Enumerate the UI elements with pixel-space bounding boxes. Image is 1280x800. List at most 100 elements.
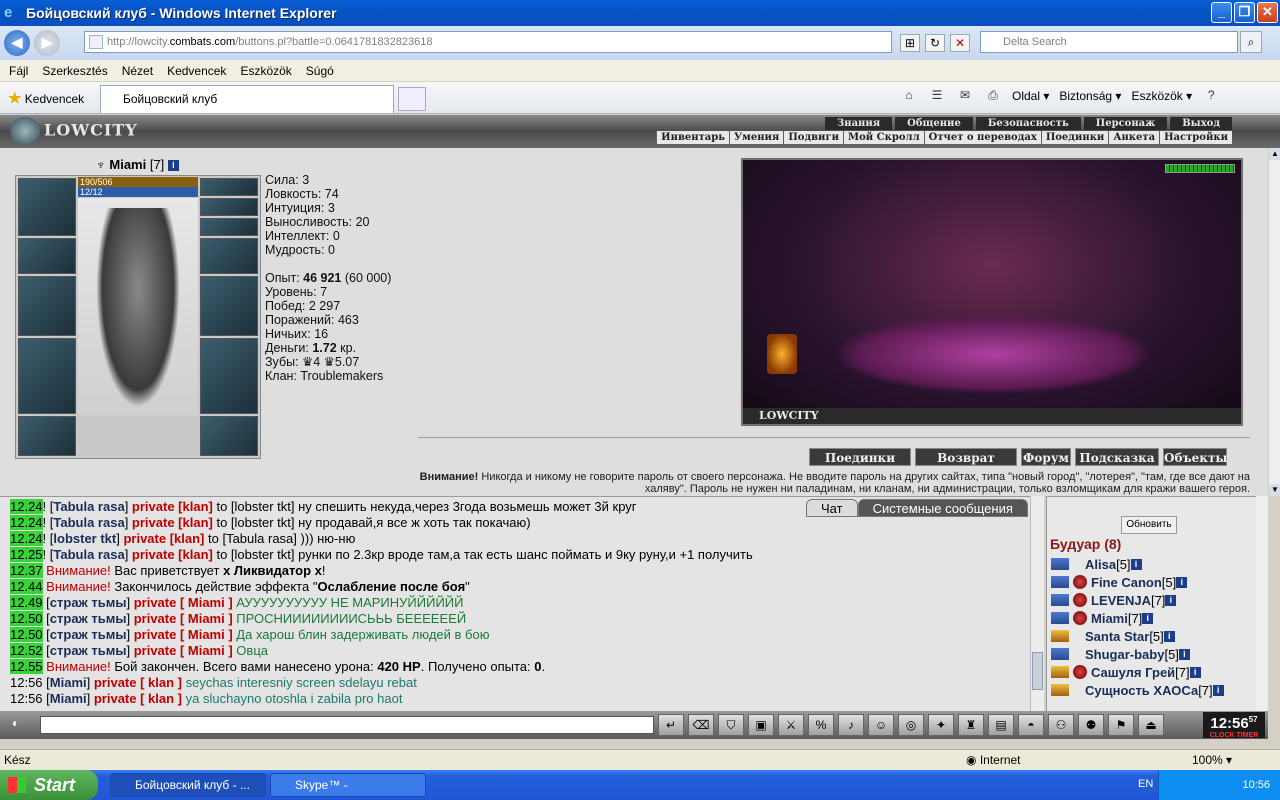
zoom-level[interactable]: 100% ▾ xyxy=(1192,753,1232,767)
boots-slot[interactable] xyxy=(200,416,258,456)
main-scrollbar[interactable]: ▲ ▼ xyxy=(1268,148,1280,496)
info-icon[interactable]: i xyxy=(1176,576,1188,588)
back-button[interactable]: ◀ xyxy=(4,30,30,56)
info-icon[interactable]: i xyxy=(1212,684,1224,696)
exit-icon[interactable]: ⏏ xyxy=(1138,714,1164,736)
shield-slot[interactable] xyxy=(200,276,258,336)
menu-tools[interactable]: Eszközök xyxy=(240,64,291,78)
chat-input[interactable] xyxy=(40,716,654,734)
list-item[interactable]: Fine Canon [5] i xyxy=(1051,573,1224,591)
chat-nick[interactable]: lobster tkt xyxy=(53,531,116,546)
info-icon[interactable]: i xyxy=(1178,648,1190,660)
home-icon[interactable]: ⌂ xyxy=(900,88,918,104)
compatibility-icon[interactable]: ⊞ xyxy=(900,34,920,52)
chat-scrollbar[interactable] xyxy=(1030,496,1044,711)
objects-button[interactable]: Объекты xyxy=(1163,448,1227,466)
helmet-icon[interactable]: ◓ xyxy=(1018,714,1044,736)
info-icon[interactable]: i xyxy=(167,160,179,172)
filter-icon[interactable]: ⛉ xyxy=(718,714,744,736)
group-icon[interactable]: ⚇ xyxy=(1048,714,1074,736)
earrings-slot[interactable] xyxy=(200,198,258,216)
chat-scroll-thumb[interactable] xyxy=(1032,652,1043,690)
chat-nick[interactable]: страж тьмы xyxy=(50,611,127,626)
scroll-down-icon[interactable]: ▼ xyxy=(1269,484,1280,496)
stop-icon[interactable]: ✕ xyxy=(950,34,970,52)
private-chat-icon[interactable] xyxy=(1051,558,1069,570)
legs-slot[interactable] xyxy=(200,338,258,414)
subnav-skills[interactable]: Умения xyxy=(729,131,783,144)
clear-icon[interactable]: ⌫ xyxy=(688,714,714,736)
chat-nick[interactable]: Tabula rasa xyxy=(53,499,124,514)
subnav-duels[interactable]: Поединки xyxy=(1040,131,1109,144)
subnav-transfers[interactable]: Отчет о переводах xyxy=(923,131,1041,144)
cmd-tools[interactable]: Eszközök ▾ xyxy=(1131,89,1192,103)
spell-icon[interactable]: ✦ xyxy=(928,714,954,736)
nav-security[interactable]: Безопасность xyxy=(975,117,1081,130)
flag-icon[interactable]: ⚑ xyxy=(1108,714,1134,736)
bracers-slot[interactable] xyxy=(18,238,76,274)
private-chat-icon[interactable] xyxy=(1051,648,1069,660)
list-item[interactable]: Alisa [5] i xyxy=(1051,555,1224,573)
minimize-button[interactable]: _ xyxy=(1211,2,1232,23)
subnav-achievements[interactable]: Подвиги xyxy=(783,131,843,144)
info-icon[interactable]: i xyxy=(1142,612,1154,624)
private-chat-icon[interactable] xyxy=(1051,612,1069,624)
refresh-icon[interactable]: ↻ xyxy=(925,34,945,52)
nav-social[interactable]: Общение xyxy=(895,117,973,130)
menu-edit[interactable]: Szerkesztés xyxy=(42,64,107,78)
rings-slot[interactable] xyxy=(200,218,258,236)
info-icon[interactable]: i xyxy=(1130,558,1142,570)
bag-icon[interactable]: ♜ xyxy=(958,714,984,736)
taskbar-skype[interactable]: Skype™ - xyxy=(270,773,426,797)
private-chat-icon[interactable] xyxy=(1051,594,1069,606)
location-scene[interactable]: LOWCITY xyxy=(741,158,1243,426)
print-icon[interactable]: ⎙ xyxy=(984,88,1002,104)
list-item[interactable]: Сашуля Грей [7] i xyxy=(1051,663,1224,681)
menu-help[interactable]: Súgó xyxy=(306,64,334,78)
maximize-button[interactable]: ❐ xyxy=(1234,2,1255,23)
feeds-icon[interactable]: ☰ xyxy=(928,88,946,104)
info-icon[interactable]: i xyxy=(1163,630,1175,642)
tab-active[interactable]: Бойцовский клуб xyxy=(100,85,394,113)
help-icon[interactable]: ? xyxy=(1202,88,1220,104)
favorites-button[interactable]: ★ Kedvencek xyxy=(8,89,84,107)
tab-chat[interactable]: Чат xyxy=(806,499,858,517)
gloves-slot[interactable] xyxy=(200,238,258,274)
info-icon[interactable]: i xyxy=(1189,666,1201,678)
chat-nick[interactable]: страж тьмы xyxy=(50,595,127,610)
cmd-page[interactable]: Oldal ▾ xyxy=(1012,89,1049,103)
chat-nick[interactable]: Miami xyxy=(50,675,87,690)
subnav-inventory[interactable]: Инвентарь xyxy=(656,131,729,144)
amulet-slot[interactable] xyxy=(200,178,258,196)
chat-nick[interactable]: страж тьмы xyxy=(50,627,127,642)
save-icon[interactable]: ▣ xyxy=(748,714,774,736)
private-chat-icon[interactable] xyxy=(1051,684,1069,696)
belt-slot[interactable] xyxy=(18,416,76,456)
chest-icon[interactable]: ▤ xyxy=(988,714,1014,736)
private-chat-icon[interactable] xyxy=(1051,630,1069,642)
chat-mode-icon[interactable]: ◎ xyxy=(898,714,924,736)
info-icon[interactable]: i xyxy=(1165,594,1177,606)
lamp-object[interactable] xyxy=(767,334,797,374)
nav-knowledge[interactable]: Знания xyxy=(825,117,893,130)
weapon-slot[interactable] xyxy=(18,276,76,336)
list-item[interactable]: Сущность ХАОСа [7] i xyxy=(1051,681,1224,699)
menu-file[interactable]: Fájl xyxy=(9,64,28,78)
chat-nick[interactable]: Miami xyxy=(50,691,87,706)
party-icon[interactable]: ⚉ xyxy=(1078,714,1104,736)
percent-icon[interactable]: % xyxy=(808,714,834,736)
helmet-slot[interactable] xyxy=(18,178,76,236)
start-button[interactable]: Start xyxy=(0,770,98,800)
menu-favorites[interactable]: Kedvencek xyxy=(167,64,226,78)
room-scrollbar[interactable] xyxy=(1256,496,1268,711)
list-item[interactable]: Santa Star [5] i xyxy=(1051,627,1224,645)
list-item[interactable]: Shugar-baby [5] i xyxy=(1051,645,1224,663)
url-field[interactable]: http://lowcity.combats.com/buttons.pl?ba… xyxy=(84,31,892,53)
refresh-button[interactable]: Обновить xyxy=(1121,516,1177,534)
mail-icon[interactable]: ✉ xyxy=(956,88,974,104)
search-icon[interactable]: ⌕ xyxy=(1240,31,1262,53)
chat-menu-icon[interactable]: ◐ xyxy=(12,716,19,730)
new-tab-button[interactable] xyxy=(398,87,426,111)
subnav-scroll[interactable]: Мой Скролл xyxy=(843,131,924,144)
chat-nick[interactable]: Tabula rasa xyxy=(53,515,124,530)
